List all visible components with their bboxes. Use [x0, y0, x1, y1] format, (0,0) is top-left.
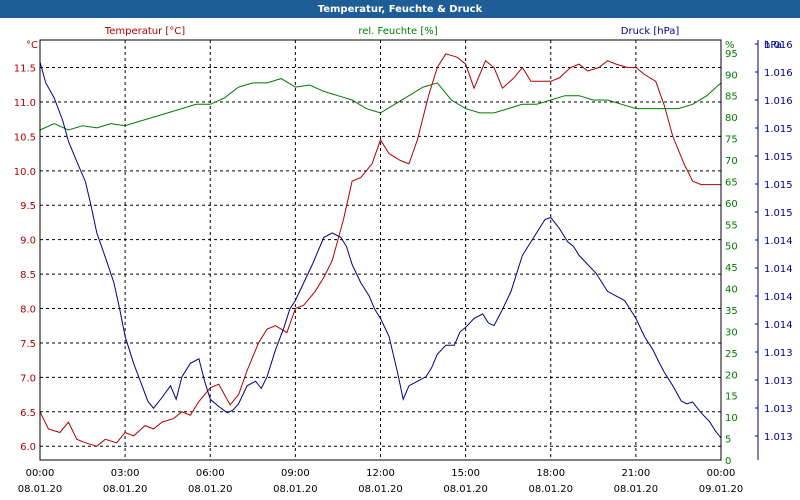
humidity-tick-label: 90	[725, 70, 738, 81]
temperature-tick-label: 7.5	[20, 339, 36, 350]
temperature-tick-label: 11.5	[14, 64, 36, 75]
humidity-tick-label: 20	[725, 370, 738, 381]
pressure-tick-label: 1.013	[764, 348, 793, 359]
temperature-unit: °C	[26, 40, 38, 51]
humidity-tick-label: 25	[725, 349, 738, 360]
humidity-axis-label: rel. Feuchte [%]	[358, 26, 437, 37]
pressure-unit: hPa	[764, 40, 782, 51]
x-tick-time: 21:00	[621, 468, 650, 479]
pressure-tick-label: 1.016	[764, 96, 793, 107]
pressure-tick-label: 1.014	[764, 320, 793, 331]
x-tick-time: 06:00	[196, 468, 225, 479]
pressure-tick-label: 1.014	[764, 236, 793, 247]
pressure-tick-label: 1.016	[764, 68, 793, 79]
x-tick-time: 18:00	[536, 468, 565, 479]
humidity-tick-label: 0	[725, 456, 731, 467]
pressure-axis-label: Druck [hPa]	[621, 26, 680, 37]
temperature-tick-label: 6.0	[20, 442, 36, 453]
temperature-tick-label: 9.5	[20, 201, 36, 212]
humidity-tick-label: 65	[725, 177, 738, 188]
x-tick-date: 08.01.20	[358, 484, 403, 495]
humidity-tick-label: 10	[725, 413, 738, 424]
x-tick-date: 08.01.20	[18, 484, 63, 495]
x-tick-time: 09:00	[281, 468, 310, 479]
humidity-tick-label: 80	[725, 113, 738, 124]
humidity-tick-label: %	[725, 40, 735, 51]
humidity-tick-label: 35	[725, 306, 738, 317]
x-tick-date: 08.01.20	[103, 484, 148, 495]
humidity-tick-label: 70	[725, 156, 738, 167]
pressure-tick-label: 1.013	[764, 432, 793, 443]
humidity-tick-label: 30	[725, 327, 738, 338]
pressure-tick-label: 1.013	[764, 404, 793, 415]
temperature-tick-label: 11.0	[14, 98, 36, 109]
grid	[40, 40, 759, 460]
temperature-tick-label: 6.5	[20, 408, 36, 419]
chart-canvas: 6.0 6.5 7.0 7.5 8.0 8.5 9.0 9.5 10.0 10.5 11.0 11.5…	[14, 26, 793, 495]
pressure-tick-label: 1.015	[764, 152, 793, 163]
temperature-axis-label: Temperatur [°C]	[104, 26, 185, 37]
x-tick-date: 08.01.20	[273, 484, 318, 495]
humidity-tick-label: 45	[725, 263, 738, 274]
humidity-tick-label: 40	[725, 285, 738, 296]
x-tick-time: 03:00	[111, 468, 140, 479]
humidity-tick-label: 60	[725, 199, 738, 210]
x-tick-date: 08.01.20	[528, 484, 573, 495]
temperature-tick-label: 7.0	[20, 373, 36, 384]
temperature-tick-label: 10.5	[14, 132, 36, 143]
temperature-tick-label: 10.0	[14, 167, 36, 178]
pressure-tick-label: 1.015	[764, 208, 793, 219]
humidity-series-line	[39, 78, 722, 131]
x-tick-time: 15:00	[451, 468, 480, 479]
x-tick-time: 00:00	[26, 468, 55, 479]
x-tick-time: 12:00	[366, 468, 395, 479]
chart-window: Temperatur, Feuchte & Druck 6.0 6.5 7.0 7.5…	[0, 0, 800, 500]
x-tick-date: 09.01.20	[699, 484, 744, 495]
temperature-tick-label: 8.5	[20, 270, 36, 281]
x-tick-date: 08.01.20	[188, 484, 233, 495]
humidity-tick-label: 50	[725, 242, 738, 253]
humidity-tick-label: 55	[725, 220, 738, 231]
humidity-tick-label: 5	[725, 435, 731, 446]
pressure-tick-label: 1.014	[764, 292, 793, 303]
temperature-tick-label: 8.0	[20, 305, 36, 316]
temperature-tick-label: 9.0	[20, 236, 36, 247]
humidity-tick-label: 75	[725, 135, 738, 146]
pressure-tick-label: 1.014	[764, 264, 793, 275]
pressure-tick-label: 1.013	[764, 376, 793, 387]
humidity-tick-label: 15	[725, 392, 738, 403]
pressure-tick-label: 1.015	[764, 124, 793, 135]
x-tick-date: 08.01.20	[614, 484, 659, 495]
humidity-tick-label: 85	[725, 92, 738, 103]
x-tick-time: 00:00	[707, 468, 736, 479]
pressure-tick-label: 1.015	[764, 180, 793, 191]
x-tick-date: 08.01.20	[443, 484, 488, 495]
